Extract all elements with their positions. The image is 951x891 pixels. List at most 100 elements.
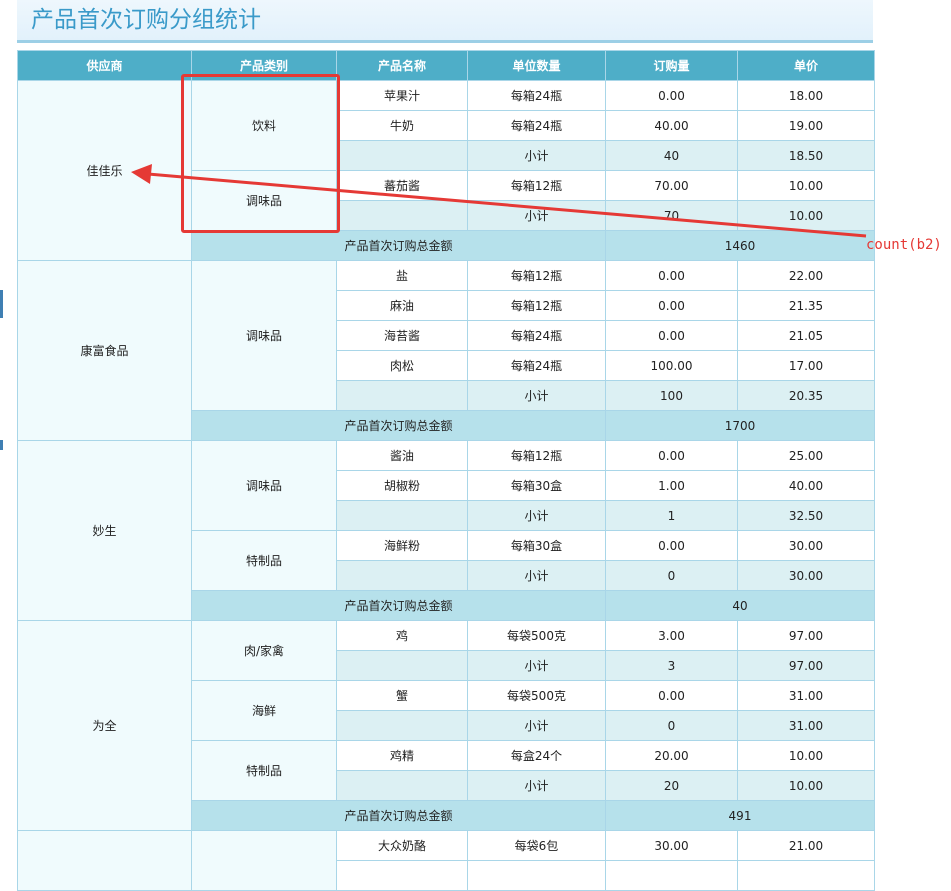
price-cell: 10.00 xyxy=(737,740,875,771)
unit-cell: 每袋500克 xyxy=(467,620,606,651)
unit-cell: 每箱24瓶 xyxy=(467,110,606,141)
product-cell: 鸡 xyxy=(336,620,468,651)
subtotal-label: 小计 xyxy=(467,200,606,231)
subtotal-label: 小计 xyxy=(467,380,606,411)
unit-cell xyxy=(467,860,606,891)
qty-cell: 70.00 xyxy=(605,170,738,201)
unit-cell: 每箱12瓶 xyxy=(467,170,606,201)
header-price[interactable]: 单价 xyxy=(737,50,875,81)
category-cell: 特制品 xyxy=(191,530,337,591)
qty-cell: 1.00 xyxy=(605,470,738,501)
qty-cell: 0.00 xyxy=(605,530,738,561)
subtotal-empty-cell xyxy=(336,380,468,411)
subtotal-price: 32.50 xyxy=(737,500,875,531)
total-label: 产品首次订购总金额 xyxy=(191,590,606,621)
total-value: 1700 xyxy=(605,410,875,441)
subtotal-label: 小计 xyxy=(467,770,606,801)
price-cell: 19.00 xyxy=(737,110,875,141)
report-table: 供应商 产品类别 产品名称 单位数量 订购量 单价 佳佳乐 饮料 苹果汁 每箱24瓶 0… xyxy=(17,50,875,891)
product-cell: 牛奶 xyxy=(336,110,468,141)
subtotal-qty: 0 xyxy=(605,560,738,591)
supplier-cell: 佳佳乐 xyxy=(17,80,192,261)
product-cell: 蟹 xyxy=(336,680,468,711)
subtotal-label: 小计 xyxy=(467,140,606,171)
category-cell: 调味品 xyxy=(191,170,337,231)
product-cell: 鸡精 xyxy=(336,740,468,771)
product-cell: 麻油 xyxy=(336,290,468,321)
product-cell: 肉松 xyxy=(336,350,468,381)
category-cell xyxy=(191,830,337,891)
product-cell: 海鲜粉 xyxy=(336,530,468,561)
total-value: 491 xyxy=(605,800,875,831)
subtotal-qty: 0 xyxy=(605,710,738,741)
subtotal-label: 小计 xyxy=(467,560,606,591)
price-cell: 21.35 xyxy=(737,290,875,321)
edge-mark xyxy=(0,440,3,450)
subtotal-qty: 40 xyxy=(605,140,738,171)
qty-cell: 100.00 xyxy=(605,350,738,381)
category-cell: 调味品 xyxy=(191,440,337,531)
price-cell: 18.00 xyxy=(737,80,875,111)
subtotal-price: 10.00 xyxy=(737,200,875,231)
unit-cell: 每箱24瓶 xyxy=(467,320,606,351)
supplier-cell: 妙生 xyxy=(17,440,192,621)
subtotal-qty: 1 xyxy=(605,500,738,531)
product-cell: 蕃茄酱 xyxy=(336,170,468,201)
subtotal-empty-cell xyxy=(336,200,468,231)
price-cell: 25.00 xyxy=(737,440,875,471)
qty-cell: 30.00 xyxy=(605,830,738,861)
unit-cell: 每袋500克 xyxy=(467,680,606,711)
header-product[interactable]: 产品名称 xyxy=(336,50,468,81)
category-cell: 饮料 xyxy=(191,80,337,171)
price-cell: 10.00 xyxy=(737,170,875,201)
subtotal-price: 20.35 xyxy=(737,380,875,411)
price-cell: 21.05 xyxy=(737,320,875,351)
product-cell: 海苔酱 xyxy=(336,320,468,351)
unit-cell: 每箱12瓶 xyxy=(467,260,606,291)
price-cell xyxy=(737,860,875,891)
subtotal-qty: 20 xyxy=(605,770,738,801)
price-cell: 22.00 xyxy=(737,260,875,291)
qty-cell: 3.00 xyxy=(605,620,738,651)
subtotal-empty-cell xyxy=(336,560,468,591)
qty-cell xyxy=(605,860,738,891)
annotation-label: count(b2) xyxy=(866,237,942,253)
header-unit[interactable]: 单位数量 xyxy=(467,50,606,81)
product-cell: 苹果汁 xyxy=(336,80,468,111)
table-row: 为全 肉/家禽鸡每袋500克 3.00 97.00 xyxy=(17,620,875,831)
page-title: 产品首次订购分组统计 xyxy=(31,7,261,33)
edge-mark xyxy=(0,290,3,318)
price-cell: 97.00 xyxy=(737,620,875,651)
category-cell: 海鲜 xyxy=(191,680,337,741)
header-qty[interactable]: 订购量 xyxy=(605,50,738,81)
subtotal-qty: 70 xyxy=(605,200,738,231)
total-label: 产品首次订购总金额 xyxy=(191,230,606,261)
table-row: 康富食品 调味品盐每箱12瓶 0.00 22.00 xyxy=(17,260,875,441)
qty-cell: 0.00 xyxy=(605,680,738,711)
total-label: 产品首次订购总金额 xyxy=(191,410,606,441)
header-category[interactable]: 产品类别 xyxy=(191,50,337,81)
product-cell: 大众奶酪 xyxy=(336,830,468,861)
price-cell: 21.00 xyxy=(737,830,875,861)
qty-cell: 0.00 xyxy=(605,440,738,471)
total-label: 产品首次订购总金额 xyxy=(191,800,606,831)
subtotal-empty-cell xyxy=(336,770,468,801)
price-cell: 17.00 xyxy=(737,350,875,381)
subtotal-price: 97.00 xyxy=(737,650,875,681)
unit-cell: 每盒24个 xyxy=(467,740,606,771)
price-cell: 30.00 xyxy=(737,530,875,561)
unit-cell: 每箱12瓶 xyxy=(467,440,606,471)
subtotal-empty-cell xyxy=(336,710,468,741)
subtotal-qty: 100 xyxy=(605,380,738,411)
price-cell: 31.00 xyxy=(737,680,875,711)
product-cell: 盐 xyxy=(336,260,468,291)
header-row: 供应商 产品类别 产品名称 单位数量 订购量 单价 xyxy=(17,50,875,81)
title-bar: 产品首次订购分组统计 xyxy=(17,0,873,43)
unit-cell: 每箱24瓶 xyxy=(467,350,606,381)
unit-cell: 每箱24瓶 xyxy=(467,80,606,111)
product-cell: 酱油 xyxy=(336,440,468,471)
header-supplier[interactable]: 供应商 xyxy=(17,50,192,81)
supplier-cell: 为全 xyxy=(17,620,192,831)
subtotal-label: 小计 xyxy=(467,650,606,681)
subtotal-price: 10.00 xyxy=(737,770,875,801)
